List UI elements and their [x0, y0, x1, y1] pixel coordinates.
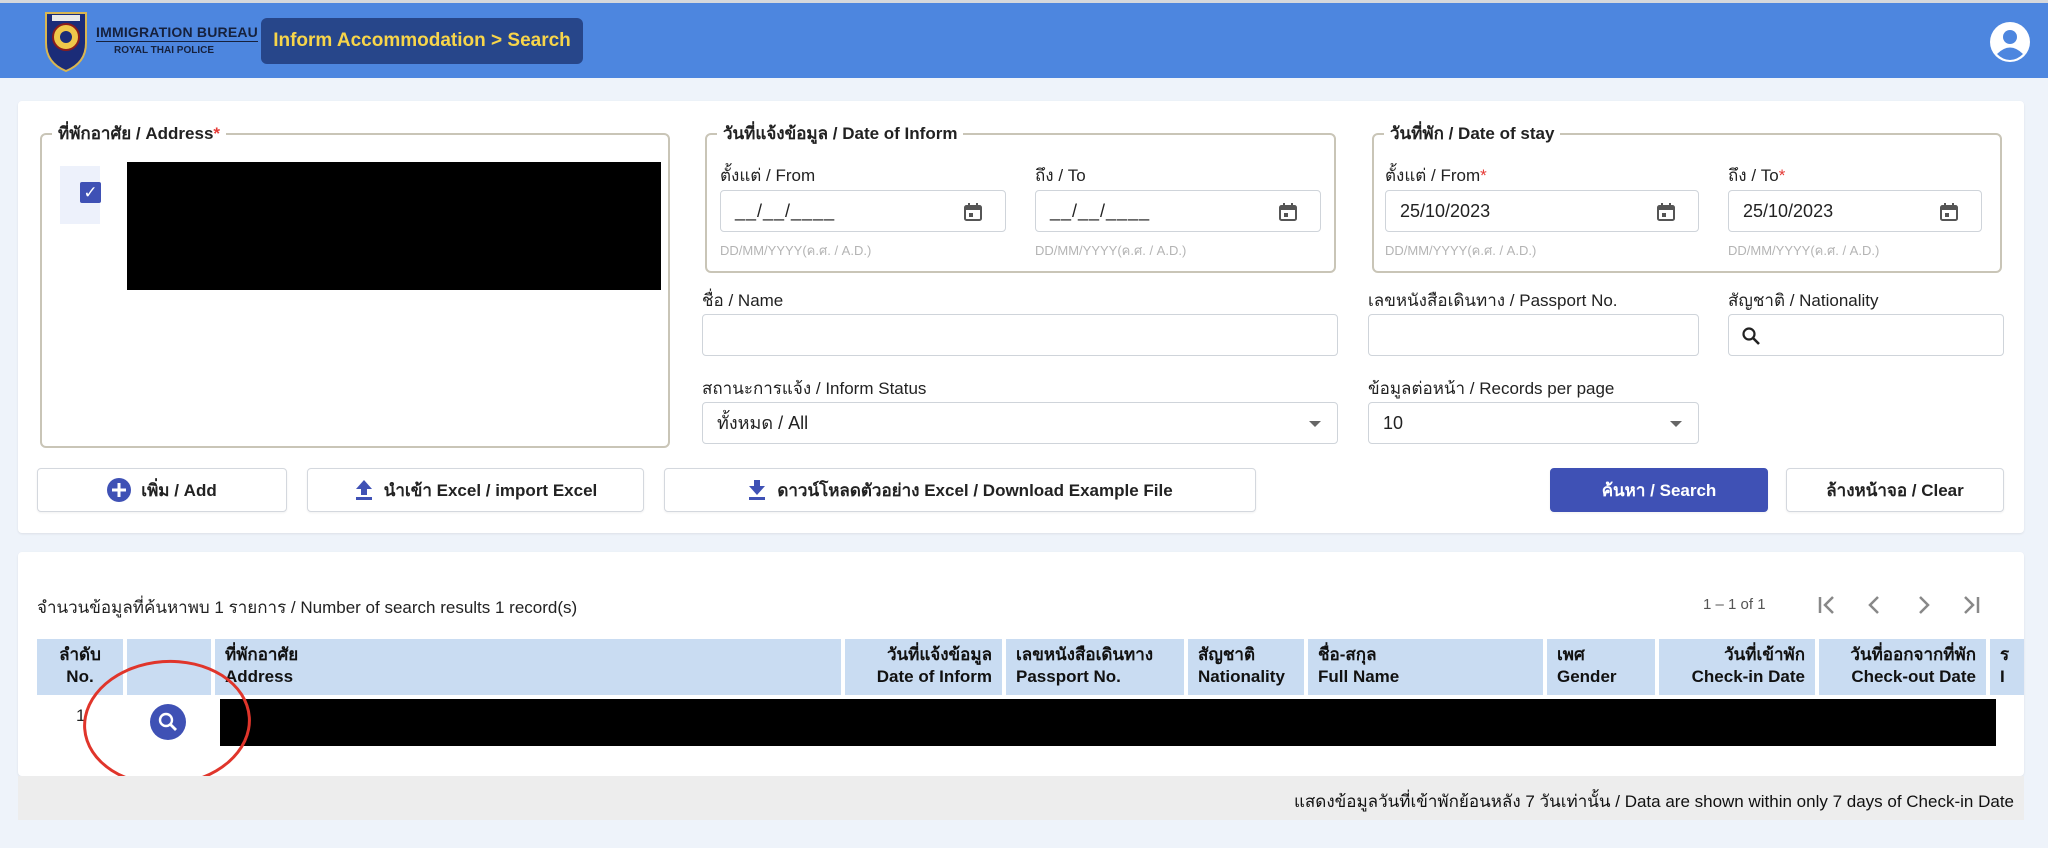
column-header-nationality: สัญชาติ Nationality: [1188, 639, 1304, 695]
col-name-en: Full Name: [1318, 667, 1400, 686]
search-icon: [1742, 327, 1760, 345]
calendar-icon[interactable]: [1278, 202, 1298, 222]
nationality-label: สัญชาติ / Nationality: [1728, 291, 1879, 310]
import-excel-button[interactable]: นำเข้า Excel / import Excel: [307, 468, 644, 512]
stay-from-hint: DD/MM/YYYY(ค.ศ. / A.D.): [1385, 243, 1537, 258]
inform-from-input[interactable]: __/__/____: [720, 190, 1006, 232]
records-label: ข้อมูลต่อหน้า / Records per page: [1368, 379, 1615, 398]
stay-to-label: ถึง / To*: [1728, 166, 1786, 185]
column-header-address: ที่พักอาศัย Address: [215, 639, 841, 695]
inform-to-input[interactable]: __/__/____: [1035, 190, 1321, 232]
inform-from-mask: __/__/____: [735, 201, 836, 221]
royal-thai-police-logo: [45, 12, 87, 73]
column-header-more: ร I: [1990, 639, 2024, 695]
inform-to-hint: DD/MM/YYYY(ค.ศ. / A.D.): [1035, 243, 1187, 258]
col-address-th: ที่พักอาศัย: [225, 645, 299, 664]
top-app-bar: IMMIGRATION BUREAU ROYAL THAI POLICE Inf…: [0, 0, 2048, 78]
col-checkout-en: Check-out Date: [1851, 667, 1976, 686]
col-more-th: ร: [2000, 645, 2010, 664]
col-checkout-th: วันที่ออกจากที่พัก: [1850, 645, 1976, 664]
brand-line1: IMMIGRATION BUREAU: [96, 24, 258, 40]
col-gender-th: เพศ: [1557, 645, 1585, 664]
col-passport-th: เลขหนังสือเดินทาง: [1016, 645, 1154, 664]
date-of-inform-legend: วันที่แจ้งข้อมูล / Date of Inform: [723, 124, 958, 143]
download-button-label: ดาวน์โหลดตัวอย่าง Excel / Download Examp…: [777, 480, 1173, 500]
search-button[interactable]: ค้นหา / Search: [1550, 468, 1768, 512]
inform-to-label: ถึง / To: [1035, 166, 1086, 185]
column-header-gender: เพศ Gender: [1547, 639, 1655, 695]
pager-range: 1 – 1 of 1: [1703, 596, 1766, 613]
user-account-icon[interactable]: [1989, 21, 2031, 63]
breadcrumb: Inform Accommodation > Search: [261, 18, 583, 64]
col-gender-en: Gender: [1557, 667, 1617, 686]
col-no-th: ลำดับ: [59, 645, 101, 664]
footer-note-bar: แสดงข้อมูลวันที่เข้าพักย้อนหลัง 7 วันเท่…: [18, 776, 2024, 820]
stay-from-value: 25/10/2023: [1400, 201, 1491, 221]
download-example-button[interactable]: ดาวน์โหลดตัวอย่าง Excel / Download Examp…: [664, 468, 1256, 512]
calendar-icon[interactable]: [963, 202, 983, 222]
status-label: สถานะการแจ้ง / Inform Status: [702, 379, 927, 398]
address-legend: ที่พักอาศัย / Address*: [58, 124, 221, 143]
nationality-input[interactable]: [1728, 314, 2004, 356]
date-of-stay-legend: วันที่พัก / Date of stay: [1390, 124, 1555, 143]
name-input[interactable]: [702, 314, 1338, 356]
import-button-label: นำเข้า Excel / import Excel: [383, 480, 598, 500]
redacted-row-data: [220, 699, 1996, 746]
add-button-label: เพิ่ม / Add: [141, 480, 217, 500]
passport-input[interactable]: [1368, 314, 1699, 356]
inform-to-mask: __/__/____: [1050, 201, 1151, 221]
col-nationality-th: สัญชาติ: [1198, 645, 1255, 664]
stay-to-input[interactable]: 25/10/2023: [1728, 190, 1982, 232]
col-address-en: Address: [225, 667, 294, 686]
upload-icon: [355, 480, 372, 500]
last-page-icon[interactable]: [1956, 592, 1986, 618]
column-header-date-of-inform: วันที่แจ้งข้อมูล Date of Inform: [845, 639, 1002, 695]
column-header-passport: เลขหนังสือเดินทาง Passport No.: [1006, 639, 1184, 695]
col-nationality-en: Nationality: [1198, 667, 1285, 686]
col-passport-en: Passport No.: [1016, 667, 1121, 686]
add-circle-icon: [107, 478, 132, 502]
stay-to-hint: DD/MM/YYYY(ค.ศ. / A.D.): [1728, 243, 1880, 258]
records-value: 10: [1383, 413, 1404, 433]
redacted-address-list: [127, 162, 661, 290]
status-select[interactable]: ทั้งหมด / All: [702, 402, 1338, 444]
download-icon: [749, 480, 766, 500]
clear-button-label: ล้างหน้าจอ / Clear: [1826, 480, 1964, 500]
stay-from-input[interactable]: 25/10/2023: [1385, 190, 1699, 232]
passport-label: เลขหนังสือเดินทาง / Passport No.: [1368, 291, 1618, 310]
column-header-full-name: ชื่อ-สกุล Full Name: [1308, 639, 1543, 695]
calendar-icon[interactable]: [1939, 202, 1959, 222]
column-header-check-in: วันที่เข้าพัก Check-in Date: [1659, 639, 1815, 695]
clear-button[interactable]: ล้างหน้าจอ / Clear: [1786, 468, 2004, 512]
next-page-icon[interactable]: [1908, 592, 1938, 618]
inform-from-label: ตั้งแต่ / From: [720, 166, 816, 185]
add-button[interactable]: เพิ่ม / Add: [37, 468, 287, 512]
first-page-icon[interactable]: [1812, 592, 1842, 618]
stay-to-value: 25/10/2023: [1743, 201, 1834, 221]
results-count: จำนวนข้อมูลที่ค้นหาพบ 1 รายการ / Number …: [37, 598, 578, 617]
col-inform-en: Date of Inform: [876, 667, 992, 686]
records-select[interactable]: 10: [1368, 402, 1699, 444]
chevron-down-icon: [1309, 421, 1321, 427]
col-checkin-th: วันที่เข้าพัก: [1724, 645, 1805, 664]
column-header-check-out: วันที่ออกจากที่พัก Check-out Date: [1819, 639, 1986, 695]
search-button-label: ค้นหา / Search: [1601, 480, 1717, 500]
brand-name: IMMIGRATION BUREAU ROYAL THAI POLICE: [96, 23, 258, 60]
calendar-icon[interactable]: [1656, 202, 1676, 222]
footer-note: แสดงข้อมูลวันที่เข้าพักย้อนหลัง 7 วันเท่…: [1293, 792, 2014, 811]
address-checkbox[interactable]: ✓: [80, 182, 101, 203]
brand-line2: ROYAL THAI POLICE: [96, 41, 258, 60]
col-checkin-en: Check-in Date: [1691, 667, 1805, 686]
stay-from-label: ตั้งแต่ / From*: [1385, 166, 1487, 185]
status-value: ทั้งหมด / All: [717, 413, 809, 433]
inform-from-hint: DD/MM/YYYY(ค.ศ. / A.D.): [720, 243, 872, 258]
previous-page-icon[interactable]: [1860, 592, 1890, 618]
chevron-down-icon: [1670, 421, 1682, 427]
col-more-en: I: [2000, 667, 2005, 686]
col-name-th: ชื่อ-สกุล: [1318, 645, 1377, 664]
col-inform-th: วันที่แจ้งข้อมูล: [886, 645, 992, 664]
name-label: ชื่อ / Name: [702, 291, 784, 310]
